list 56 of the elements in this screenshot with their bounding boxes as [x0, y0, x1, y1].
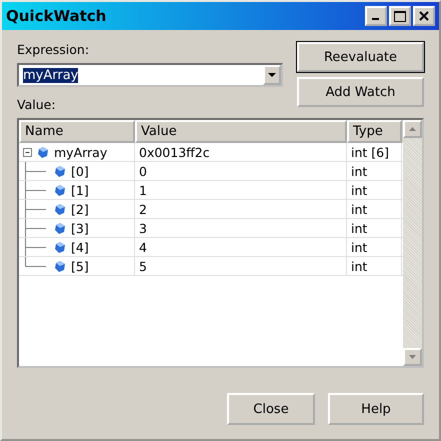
expression-label: Expression: — [17, 42, 90, 57]
minimize-button[interactable] — [365, 6, 387, 26]
maximize-button[interactable] — [389, 6, 411, 26]
column-header[interactable]: Name — [19, 120, 135, 143]
variable-name: [1] — [71, 182, 89, 198]
table-cell: 3 — [135, 219, 347, 237]
value-label: Value: — [17, 97, 57, 112]
gem-icon — [55, 222, 65, 234]
gem-icon — [55, 242, 65, 252]
table-cell: 4 — [135, 238, 347, 256]
gem-icon — [55, 184, 65, 196]
gem-icon — [38, 146, 48, 158]
table-cell: int — [347, 257, 402, 275]
scroll-up-button[interactable] — [403, 120, 422, 138]
table-cell: 1 — [135, 181, 347, 199]
column-header[interactable]: Value — [135, 120, 347, 143]
tree-line — [25, 181, 46, 199]
up-arrow-icon — [409, 127, 416, 131]
add-watch-button[interactable]: Add Watch — [297, 77, 424, 107]
gem-icon — [55, 166, 65, 176]
table-cell: int — [347, 238, 402, 256]
table-cell: int — [347, 200, 402, 218]
column-header[interactable]: Type — [347, 120, 402, 143]
expression-combo[interactable]: myArray — [17, 63, 283, 87]
variable-name: [2] — [71, 202, 89, 216]
tree-line — [25, 219, 46, 237]
table-cell: int — [347, 162, 402, 180]
help-button[interactable]: Help — [328, 393, 424, 425]
window-title: QuickWatch — [6, 7, 108, 25]
variable-name: [4] — [71, 240, 89, 254]
table-cell: int — [347, 181, 402, 199]
close-button[interactable]: Close — [227, 393, 315, 425]
caret-icon — [268, 73, 276, 77]
variable-name: [5] — [71, 258, 89, 274]
variable-name: myArray — [54, 144, 108, 160]
table-cell: 2 — [135, 200, 347, 218]
table-cell: int — [347, 219, 402, 237]
tree-line — [25, 162, 46, 180]
scroll-down-button[interactable] — [403, 348, 422, 366]
table-cell: 0x0013ff2c — [135, 143, 347, 161]
down-arrow-icon — [409, 355, 416, 359]
scrollbar[interactable] — [403, 120, 422, 366]
reevaluate-button[interactable]: Reevaluate — [297, 42, 424, 72]
close-button[interactable] — [413, 6, 435, 26]
collapse-icon[interactable] — [23, 148, 32, 156]
tree-line — [25, 200, 46, 218]
variable-name: [0] — [71, 164, 89, 178]
table-cell: 0 — [135, 162, 347, 180]
close-icon — [419, 11, 429, 21]
table-cell: 5 — [135, 257, 347, 275]
gem-icon — [55, 204, 65, 214]
gem-icon — [55, 260, 65, 272]
dropdown-button[interactable] — [263, 65, 281, 85]
maximize-icon — [394, 10, 406, 22]
variable-name: [3] — [71, 220, 89, 236]
table-cell: int [6] — [347, 143, 402, 161]
